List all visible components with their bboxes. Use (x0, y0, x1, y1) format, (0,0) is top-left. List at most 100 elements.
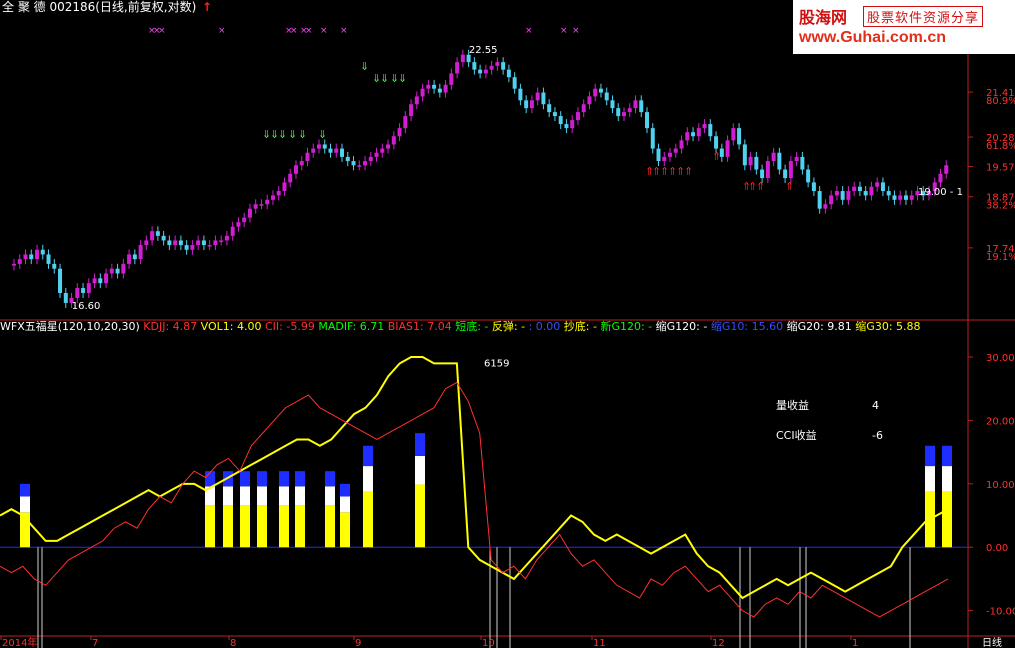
candle-body (345, 156, 350, 162)
candle-body (903, 195, 908, 200)
site-banner[interactable]: 股海网 股票软件资源分享 www.Guhai.com.cn (793, 0, 1015, 54)
candle-body (380, 148, 385, 153)
candle-body (541, 92, 546, 105)
candle-body (840, 191, 845, 200)
candle-body (909, 195, 914, 200)
indicator-header: WFX五福星(120,10,20,30) KDJJ: 4.87 VOL1: 4.… (0, 319, 921, 333)
candle-body (506, 69, 511, 78)
candle-body (483, 69, 488, 74)
candle-body (760, 169, 765, 179)
candle-body (432, 84, 437, 89)
candle-body (161, 235, 166, 241)
date-axis-label: 7 (92, 638, 98, 648)
candle-body (650, 128, 655, 149)
indicator-header-item: CII: -5.99 (265, 320, 318, 333)
up-arrow-icon: ⇑ (712, 150, 721, 163)
candle-body (426, 84, 431, 89)
fib-label: 61.8% (986, 141, 1015, 152)
candle-body (414, 96, 419, 105)
candle-body (800, 156, 805, 170)
candle-body (581, 104, 586, 113)
candle-body (811, 182, 816, 192)
down-arrow-icon: ⇓ (360, 60, 369, 73)
cci-profit-label: CCI收益 (776, 428, 817, 442)
candle-body (98, 278, 103, 284)
candle-body (213, 240, 218, 246)
candle-body (340, 148, 345, 157)
indicator-header-item: 缩G30: 5.88 (855, 320, 920, 333)
candle-body (115, 268, 120, 274)
candle-body (455, 62, 460, 74)
high-price-label: 22.55 (469, 45, 498, 56)
volume-profit-label: 量收益 (776, 398, 809, 412)
volume-bar-segment (295, 486, 305, 506)
volume-bar-segment (415, 433, 425, 456)
candle-body (610, 100, 615, 109)
candle-body (708, 124, 713, 137)
candle-body (575, 112, 580, 121)
candle-body (685, 132, 690, 141)
volume-bar-segment (20, 496, 30, 513)
candle-body (765, 161, 770, 179)
cci-profit-value: -6 (872, 429, 883, 442)
volume-bar-segment (240, 505, 250, 548)
volume-bar-segment (325, 471, 335, 487)
banner-url[interactable]: www.Guhai.com.cn (799, 29, 946, 47)
candle-body (645, 112, 650, 129)
volume-bar-segment (257, 486, 267, 506)
banner-site-name: 股海网 (799, 8, 848, 27)
candle-body (823, 204, 828, 209)
candle-body (668, 152, 673, 157)
candle-body (132, 254, 137, 260)
candle-body (40, 249, 45, 255)
volume-bar-segment (415, 455, 425, 485)
candle-body (299, 161, 304, 166)
candle-body (886, 191, 891, 196)
candle-body (288, 173, 293, 183)
indicator-tick-label: 10.00 (986, 480, 1015, 491)
candle-body (17, 259, 22, 264)
candle-body (201, 240, 206, 246)
candle-body (552, 112, 557, 117)
volume-bar-segment (279, 486, 289, 506)
volume-bar-segment (340, 483, 350, 497)
volume-bar-segment (205, 471, 215, 487)
x-marker-icon: × (218, 26, 226, 36)
candle-body (52, 263, 57, 269)
x-marker-icon: × (158, 26, 166, 36)
banner-slogan: 股票软件资源分享 (863, 6, 984, 27)
candle-body (190, 245, 195, 250)
x-marker-icon: × (525, 26, 533, 36)
date-axis-label: 1 (852, 638, 858, 648)
candle-body (357, 165, 362, 167)
candle-body (420, 88, 425, 97)
indicator-header-item: 缩G20: 9.81 (787, 320, 856, 333)
indicator-header-item: 反弹: - (492, 319, 529, 333)
down-arrow-icon: ⇓ (398, 72, 407, 85)
volume-bar-segment (257, 471, 267, 487)
candle-body (570, 120, 575, 129)
down-arrow-icon: ⇓ (278, 128, 287, 141)
candle-body (696, 128, 701, 137)
candle-body (616, 108, 621, 117)
candle-body (702, 124, 707, 129)
candle-body (806, 169, 811, 183)
candle-body (293, 165, 298, 174)
candle-body (35, 249, 40, 260)
indicator-header-item: 新G120: - (600, 319, 655, 333)
date-axis-label: 11 (593, 638, 606, 648)
indicator-tick-label: 30.00 (986, 353, 1015, 364)
candle-body (535, 92, 540, 101)
volume-bar-segment (20, 483, 30, 497)
date-axis-label: 10 (482, 638, 495, 648)
candle-body (270, 195, 275, 200)
stock-chart[interactable]: ××× × ×× ×× × × × × ×⇓⇓⇓ ⇓ ⇓ ⇓⇓⇓⇓ ⇓⇓⇑⇑⇑⇑⇑⇑⇑⇑⇑⇑ ⇑ 21.4… (0, 0, 1015, 648)
candle-body (639, 100, 644, 113)
candle-body (230, 226, 235, 236)
x-marker-icon: × (305, 26, 313, 36)
candle-body (662, 156, 667, 162)
candle-body (524, 100, 529, 109)
x-marker-icon: × (320, 26, 328, 36)
candle-body (104, 273, 109, 284)
low-price-label: 16.60 (72, 301, 101, 312)
